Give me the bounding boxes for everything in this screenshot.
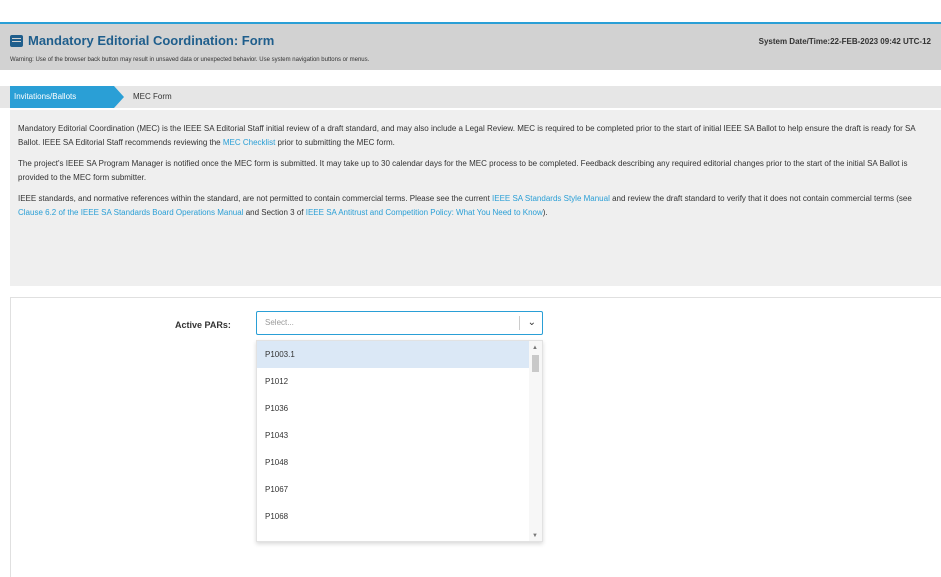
mec-checklist-link[interactable]: MEC Checklist [223,138,275,147]
page-title-text: Mandatory Editorial Coordination: Form [28,33,275,48]
info-text: and review the draft standard to verify … [609,194,912,203]
dropdown-option[interactable]: P1068 [257,503,542,530]
info-text: prior to submitting the MEC form. [275,138,395,147]
antitrust-policy-link[interactable]: IEEE SA Antitrust and Competition Policy… [306,208,543,217]
form-icon [10,34,23,47]
info-text: and Section 3 of [243,208,306,217]
chevron-down-icon[interactable]: ⌄ [528,317,536,328]
dropdown-option[interactable]: P1012 [257,368,542,395]
page-header: Mandatory Editorial Coordination: Form W… [0,22,941,70]
dropdown-option[interactable]: P1048 [257,449,542,476]
dropdown-option[interactable]: P1043 [257,422,542,449]
active-pars-label: Active PARs: [175,320,231,330]
select-divider [519,316,520,330]
info-paragraph-commercial-terms: IEEE standards, and normative references… [18,192,933,220]
scroll-thumb[interactable] [532,355,539,372]
breadcrumb-mec-form: MEC Form [133,92,172,101]
info-box: Mandatory Editorial Coordination (MEC) i… [10,110,941,286]
dropdown-scrollbar[interactable]: ▲ ▼ [529,341,542,541]
dropdown-option[interactable]: P1036 [257,395,542,422]
back-button-warning: Warning: Use of the browser back button … [10,57,370,63]
info-text: Mandatory Editorial Coordination (MEC) i… [18,124,916,147]
dropdown-option[interactable]: P1067 [257,476,542,503]
operations-manual-link[interactable]: Clause 6.2 of the IEEE SA Standards Boar… [18,208,243,217]
scroll-down-icon[interactable]: ▼ [532,533,538,539]
info-paragraph-mec: Mandatory Editorial Coordination (MEC) i… [18,122,933,150]
breadcrumb-invitations-ballots[interactable]: Invitations/Ballots [10,86,124,108]
select-placeholder: Select... [265,318,294,327]
info-text: ). [542,208,548,217]
active-pars-select[interactable]: Select... ⌄ [256,311,543,335]
active-pars-dropdown: P1003.1 P1012 P1036 P1043 P1048 P1067 P1… [256,340,543,542]
style-manual-link[interactable]: IEEE SA Standards Style Manual [492,194,610,203]
scroll-up-icon[interactable]: ▲ [532,345,538,351]
info-paragraph-program-manager: The project's IEEE SA Program Manager is… [18,159,908,182]
page-title: Mandatory Editorial Coordination: Form [10,33,274,48]
dropdown-option[interactable]: P1003.1 [257,341,542,368]
breadcrumb: Invitations/Ballots MEC Form [0,86,941,108]
cropped-heading [0,0,941,20]
system-datetime: System Date/Time:22-FEB-2023 09:42 UTC-1… [758,37,931,46]
info-text: IEEE standards, and normative references… [18,194,493,203]
